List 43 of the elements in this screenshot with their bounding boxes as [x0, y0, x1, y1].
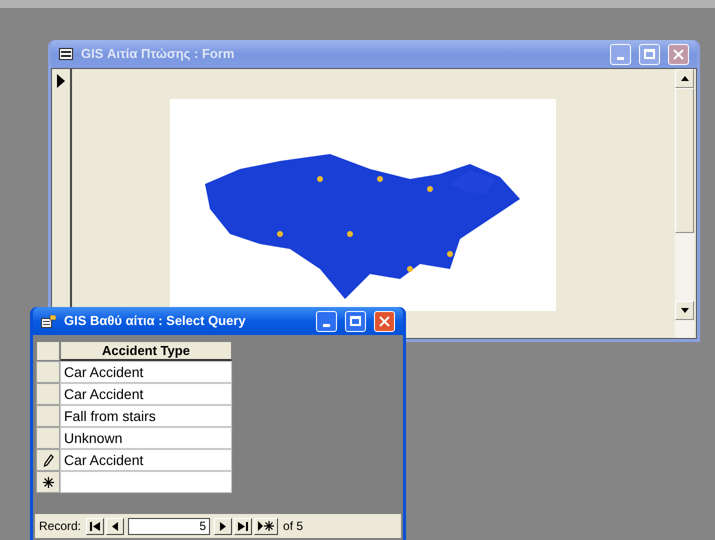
- new-record-button[interactable]: [254, 518, 278, 534]
- select-all-corner[interactable]: [36, 341, 60, 361]
- minimize-button[interactable]: [316, 310, 337, 332]
- up-arrow-icon: [680, 76, 688, 81]
- column-header[interactable]: Accident Type: [60, 341, 232, 361]
- table-cell: Car Accident: [60, 361, 232, 383]
- scrollbar[interactable]: [675, 69, 694, 338]
- new-record-nav-icon: [258, 521, 274, 531]
- first-record-icon: [90, 522, 100, 530]
- first-record-button[interactable]: [86, 518, 104, 534]
- scroll-down-button[interactable]: [675, 301, 694, 320]
- table-cell: Fall from stairs: [60, 405, 232, 427]
- minimize-button[interactable]: [610, 44, 631, 64]
- close-button[interactable]: [668, 44, 689, 64]
- scroll-thumb[interactable]: [675, 88, 694, 233]
- table-cell: Unknown: [60, 427, 232, 449]
- last-record-icon: [238, 522, 248, 530]
- last-record-button[interactable]: [234, 518, 252, 534]
- close-icon: [673, 48, 684, 60]
- table-cell: Car Accident: [60, 449, 232, 471]
- close-button[interactable]: [374, 310, 395, 332]
- row-selector[interactable]: [36, 449, 60, 471]
- scroll-up-button[interactable]: [675, 69, 694, 88]
- previous-record-button[interactable]: [106, 518, 124, 534]
- pencil-icon: [42, 454, 54, 466]
- previous-record-icon: [112, 522, 118, 530]
- next-record-button[interactable]: [214, 518, 232, 534]
- record-label: Record:: [39, 518, 82, 535]
- window-title: GIS Βαθύ αίτια : Select Query: [64, 312, 246, 330]
- window-title: GIS Αιτία Πτώσης : Form: [81, 45, 234, 64]
- maximize-button[interactable]: [639, 44, 660, 64]
- row-selector[interactable]: [36, 471, 60, 493]
- maximize-button[interactable]: [345, 310, 366, 332]
- close-icon: [379, 316, 390, 326]
- new-record-icon: [42, 476, 54, 488]
- record-count: of 5: [283, 518, 304, 535]
- form-icon: [59, 48, 73, 60]
- query-icon: [41, 314, 56, 328]
- record-number-field[interactable]: 5: [128, 518, 210, 534]
- down-arrow-icon: [680, 308, 688, 313]
- table-cell: Car Accident: [60, 383, 232, 405]
- current-record-icon: [57, 74, 65, 88]
- next-record-icon: [220, 522, 226, 530]
